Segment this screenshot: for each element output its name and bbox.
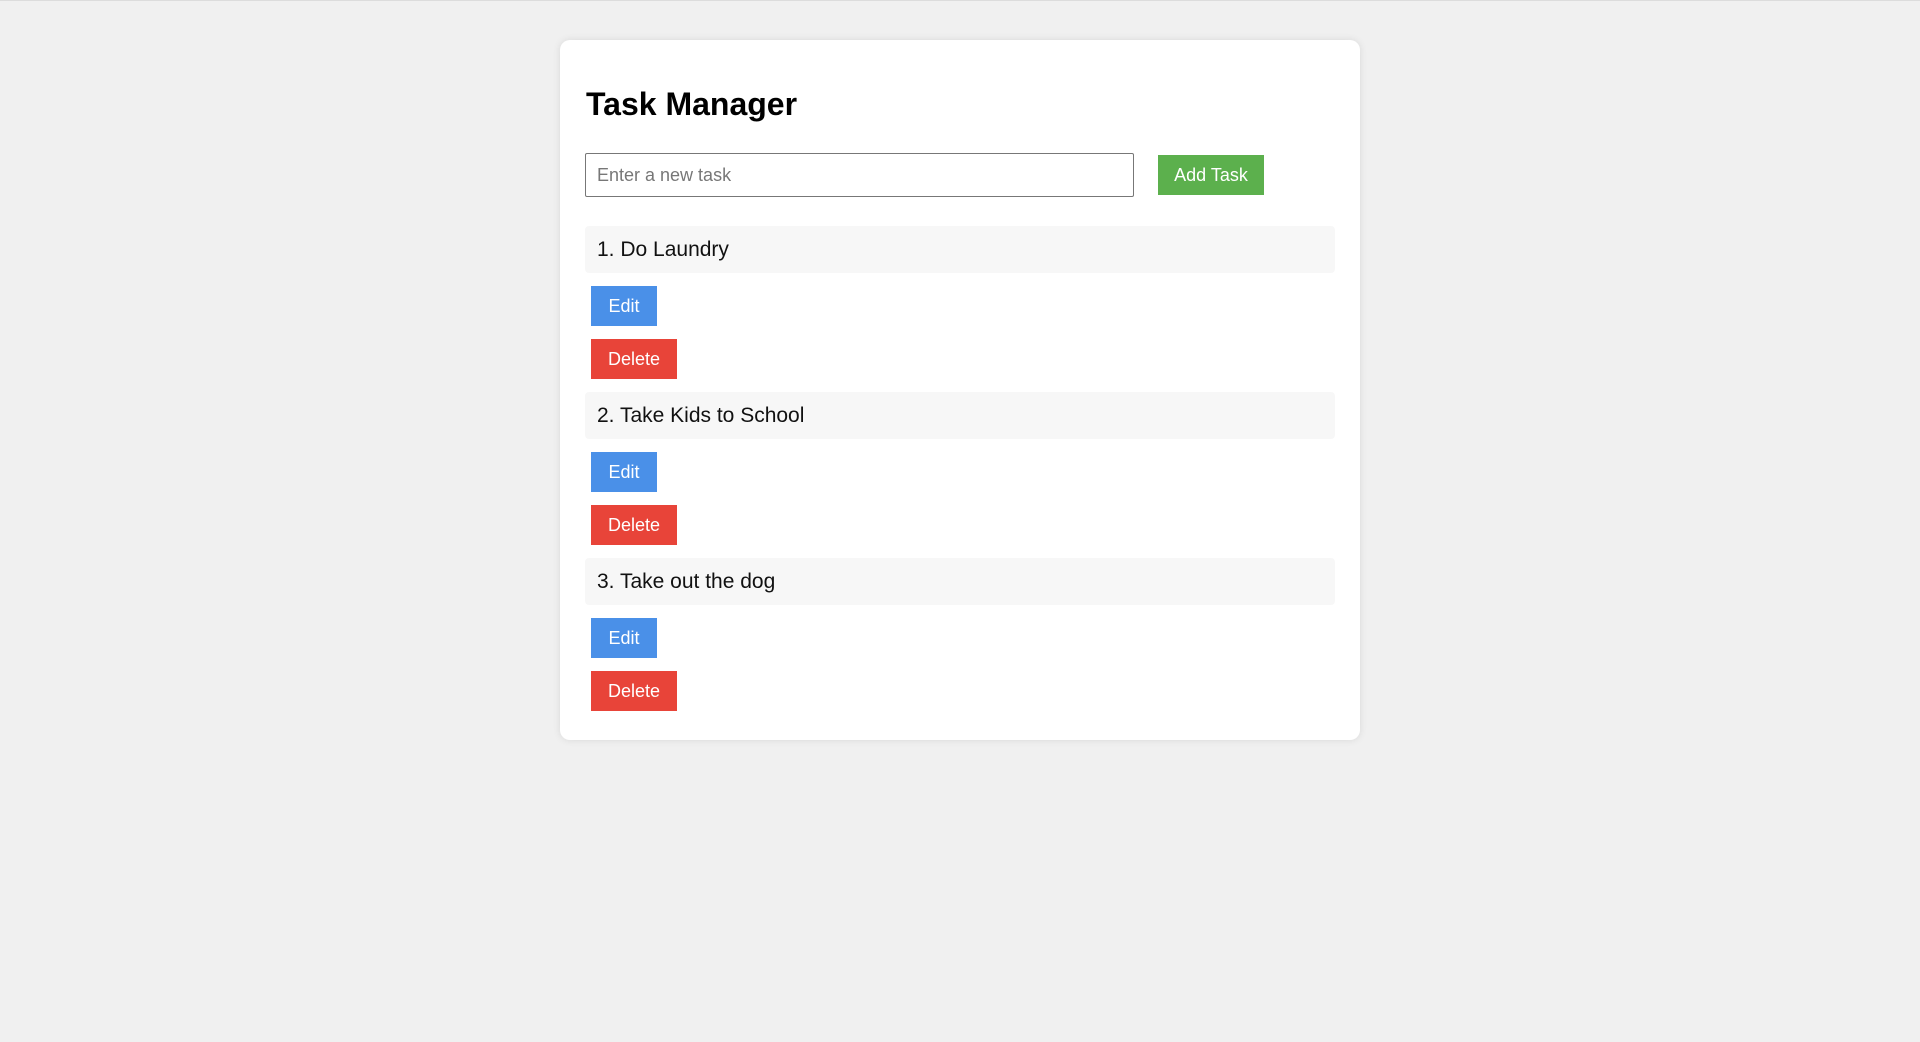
delete-task-button[interactable]: Delete	[591, 505, 677, 545]
task-item: 3. Take out the dog Edit Delete	[585, 558, 1335, 724]
task-manager-card: Task Manager Add Task 1. Do Laundry Edit…	[560, 40, 1360, 740]
task-item: 1. Do Laundry Edit Delete	[585, 226, 1335, 392]
delete-task-button[interactable]: Delete	[591, 339, 677, 379]
edit-task-button[interactable]: Edit	[591, 618, 657, 658]
page-title: Task Manager	[586, 86, 798, 122]
new-task-input[interactable]	[585, 153, 1134, 197]
task-label: 2. Take Kids to School	[585, 392, 1335, 439]
task-list: 1. Do Laundry Edit Delete 2. Take Kids t…	[585, 226, 1335, 724]
task-item: 2. Take Kids to School Edit Delete	[585, 392, 1335, 558]
task-label: 1. Do Laundry	[585, 226, 1335, 273]
task-label: 3. Take out the dog	[585, 558, 1335, 605]
delete-task-button[interactable]: Delete	[591, 671, 677, 711]
top-border	[0, 0, 1920, 1]
edit-task-button[interactable]: Edit	[591, 286, 657, 326]
add-task-button[interactable]: Add Task	[1158, 155, 1264, 195]
edit-task-button[interactable]: Edit	[591, 452, 657, 492]
